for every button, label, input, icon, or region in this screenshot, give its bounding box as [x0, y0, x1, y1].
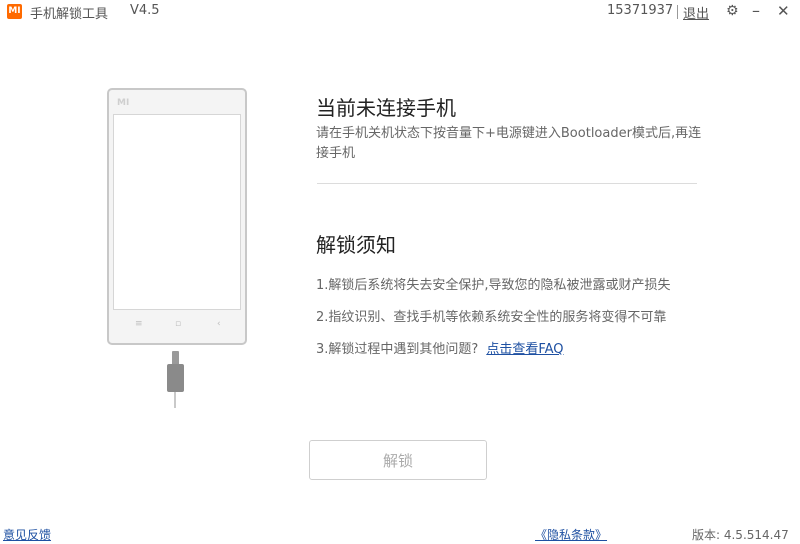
close-icon[interactable]: ✕ [777, 2, 790, 20]
faq-link[interactable]: 点击查看FAQ [486, 342, 563, 357]
unlock-button[interactable]: 解锁 [309, 440, 487, 480]
gear-icon[interactable]: ⚙ [726, 2, 739, 20]
phone-illustration: MI ≡ ▫ ‹ [107, 88, 247, 345]
app-title: 手机解锁工具 [30, 7, 109, 22]
notice-item: 1.解锁后系统将失去安全保护,导致您的隐私被泄露或财产损失 [316, 278, 671, 293]
section-divider [317, 183, 697, 184]
feedback-link[interactable]: 意见反馈 [3, 526, 51, 543]
phone-screen [113, 114, 241, 310]
phone-menu-icon: ≡ [135, 319, 143, 329]
notice-item-faq: 3.解锁过程中遇到其他问题? 点击查看FAQ [316, 338, 564, 357]
phone-home-icon: ▫ [175, 319, 182, 329]
connection-status-title: 当前未连接手机 [316, 96, 456, 120]
notice-item-text: 3.解锁过程中遇到其他问题? [316, 342, 479, 357]
privacy-link[interactable]: 《隐私条款》 [535, 526, 607, 543]
phone-mi-logo: MI [117, 98, 130, 108]
minimize-icon[interactable]: – [752, 2, 760, 20]
notice-title: 解锁须知 [316, 233, 396, 257]
version-label: 版本: 4.5.514.47 [692, 528, 789, 542]
usb-cable-icon [167, 364, 184, 392]
mi-logo: MI [7, 4, 22, 19]
account-id: 15371937 [607, 3, 674, 18]
connection-hint: 请在手机关机状态下按音量下+电源键进入Bootloader模式后,再连接手机 [316, 126, 702, 161]
logout-link[interactable]: 退出 [683, 3, 709, 22]
title-separator [677, 5, 678, 19]
title-bar: MI 手机解锁工具 V4.5 15371937 退出 ⚙ – ✕ [0, 0, 800, 24]
app-version: V4.5 [130, 3, 160, 18]
phone-back-icon: ‹ [217, 319, 221, 329]
notice-item: 2.指纹识别、查找手机等依赖系统安全性的服务将变得不可靠 [316, 310, 667, 325]
usb-cable-wire [174, 392, 176, 408]
